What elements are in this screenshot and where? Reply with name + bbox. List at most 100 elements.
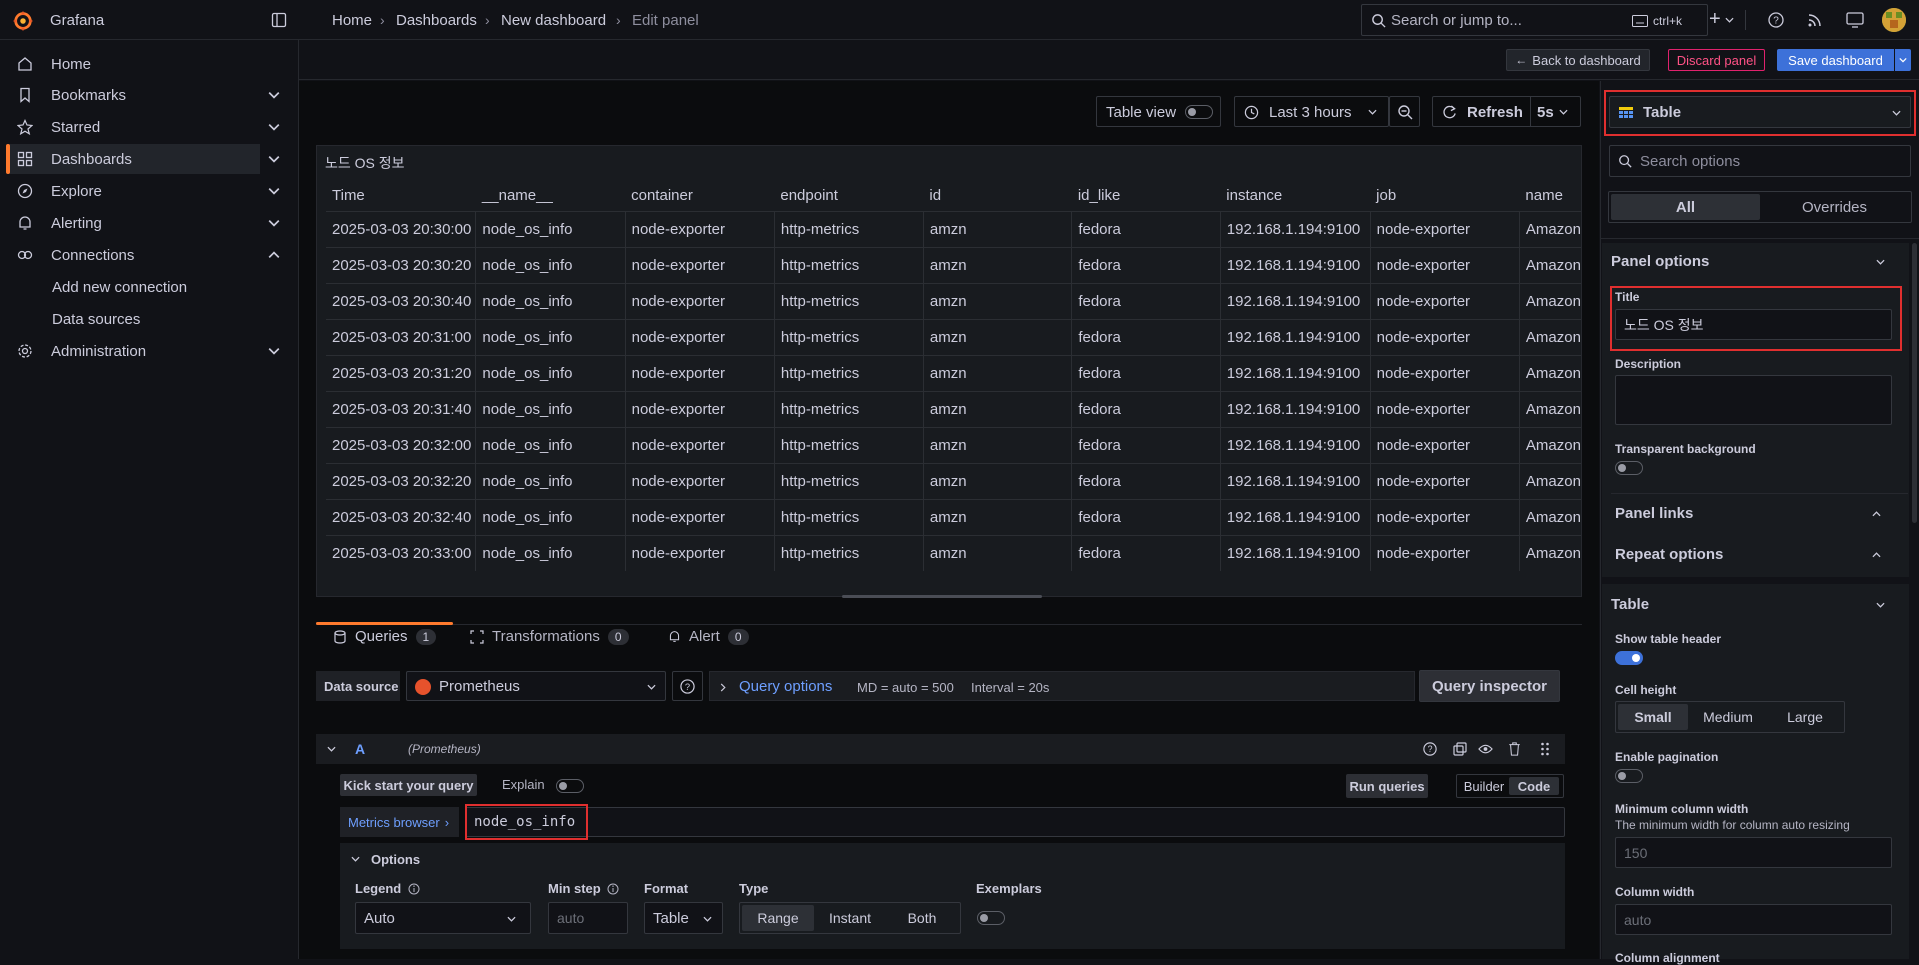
chevron-down-icon[interactable] xyxy=(268,217,280,229)
chevron-down-icon[interactable] xyxy=(268,153,280,165)
horizontal-scrollbar[interactable] xyxy=(842,595,1042,598)
tab-transformations[interactable]: Transformations 0 xyxy=(470,628,629,645)
kiosk-monitor-icon[interactable] xyxy=(1846,12,1864,28)
drag-handle-icon[interactable] xyxy=(1540,741,1550,757)
chevron-down-icon[interactable] xyxy=(1876,259,1885,265)
table-column-header[interactable]: container xyxy=(625,181,774,211)
editor-mode-switch[interactable]: Builder Code xyxy=(1456,774,1564,798)
rss-news-icon[interactable] xyxy=(1807,12,1823,28)
save-options-dropdown[interactable] xyxy=(1895,49,1911,71)
metrics-browser-button[interactable]: Metrics browser › xyxy=(340,807,459,837)
options-scrollbar[interactable] xyxy=(1912,243,1917,523)
sidebar-item-administration[interactable]: Administration xyxy=(8,336,280,366)
options-header[interactable]: Options xyxy=(371,852,420,867)
min-column-width-input[interactable]: 150 xyxy=(1615,837,1892,868)
chevron-up-icon[interactable] xyxy=(268,249,280,261)
save-dashboard-button[interactable]: Save dashboard xyxy=(1777,49,1894,71)
builder-option[interactable]: Builder xyxy=(1459,777,1509,795)
eye-icon[interactable] xyxy=(1478,742,1493,756)
query-ref-id[interactable]: A xyxy=(355,741,365,757)
table-view-toggle-group[interactable]: Table view xyxy=(1096,96,1221,127)
query-type-switch[interactable]: Range Instant Both xyxy=(739,902,961,934)
options-filter-switch[interactable]: All Overrides xyxy=(1608,191,1912,223)
chevron-down-icon[interactable] xyxy=(1725,17,1734,23)
query-inspector-button[interactable]: Query inspector xyxy=(1419,670,1560,702)
chevron-down-icon[interactable] xyxy=(268,345,280,357)
sidebar-item-dashboards[interactable]: Dashboards xyxy=(6,144,280,174)
query-options-bar[interactable]: Query options MD = auto = 500 Interval =… xyxy=(709,671,1415,701)
table-column-header[interactable]: job xyxy=(1370,181,1519,211)
table-column-header[interactable]: Time xyxy=(326,181,476,211)
promql-editor[interactable]: node_os_info xyxy=(465,807,1565,837)
refresh-button[interactable]: Refresh xyxy=(1432,96,1531,127)
back-to-dashboard-button[interactable]: ← Back to dashboard xyxy=(1506,49,1650,71)
table-column-header[interactable]: endpoint xyxy=(774,181,923,211)
explain-toggle[interactable] xyxy=(556,779,584,793)
zoom-out-button[interactable] xyxy=(1389,96,1420,127)
grafana-logo-icon[interactable] xyxy=(12,10,34,32)
chevron-up-icon[interactable] xyxy=(1872,552,1881,558)
datasource-help-button[interactable]: ? xyxy=(672,671,703,701)
sidebar-subitem-add-new-connection[interactable]: Add new connection xyxy=(52,279,187,296)
help-icon[interactable]: ? xyxy=(1768,12,1784,28)
cell-height-switch[interactable]: Small Medium Large xyxy=(1615,701,1845,733)
kick-start-button[interactable]: Kick start your query xyxy=(340,774,477,796)
panel-options-header[interactable]: Panel options xyxy=(1611,253,1709,270)
filter-overrides[interactable]: Overrides xyxy=(1760,194,1909,220)
dock-menu-icon[interactable] xyxy=(271,12,287,28)
table-column-header[interactable]: __name__ xyxy=(476,181,625,211)
show-table-header-toggle[interactable] xyxy=(1615,651,1643,665)
type-option-both[interactable]: Both xyxy=(886,905,958,931)
type-option-instant[interactable]: Instant xyxy=(814,905,886,931)
chevron-down-icon[interactable] xyxy=(268,121,280,133)
enable-pagination-toggle[interactable] xyxy=(1615,769,1643,783)
time-range-picker[interactable]: Last 3 hours xyxy=(1234,96,1389,127)
user-avatar[interactable] xyxy=(1882,8,1906,32)
refresh-interval-picker[interactable]: 5s xyxy=(1531,96,1581,127)
datasource-picker[interactable]: Prometheus xyxy=(406,671,666,701)
panel-links-header[interactable]: Panel links xyxy=(1615,505,1693,522)
sidebar-item-starred[interactable]: Starred xyxy=(8,112,280,142)
breadcrumb-new-dashboard[interactable]: New dashboard xyxy=(501,12,606,29)
search-options-input[interactable]: Search options xyxy=(1609,145,1911,177)
legend-select[interactable]: Auto xyxy=(355,902,531,934)
transparent-background-toggle[interactable] xyxy=(1615,461,1643,475)
sidebar-item-connections[interactable]: Connections xyxy=(8,240,280,270)
sidebar-subitem-data-sources[interactable]: Data sources xyxy=(52,311,140,328)
filter-all[interactable]: All xyxy=(1611,194,1760,220)
copy-icon[interactable] xyxy=(1453,742,1467,756)
chevron-up-icon[interactable] xyxy=(1872,511,1881,517)
table-column-header[interactable]: id_like xyxy=(1072,181,1220,211)
table-column-header[interactable]: name xyxy=(1519,181,1581,211)
search-box[interactable]: Search or jump to... ctrl+k xyxy=(1361,4,1708,36)
min-step-input[interactable]: auto xyxy=(548,902,628,934)
chevron-down-icon[interactable] xyxy=(268,89,280,101)
help-icon[interactable]: ? xyxy=(1423,742,1437,756)
column-width-input[interactable]: auto xyxy=(1615,904,1892,935)
new-plus-icon[interactable]: + xyxy=(1709,8,1721,31)
breadcrumb-home[interactable]: Home xyxy=(332,12,372,29)
table-view-toggle[interactable] xyxy=(1185,105,1213,119)
tab-alert[interactable]: Alert 0 xyxy=(668,628,749,645)
tab-queries[interactable]: Queries 1 xyxy=(333,628,437,645)
sidebar-item-home[interactable]: Home xyxy=(8,49,260,79)
chevron-down-icon[interactable] xyxy=(327,746,336,752)
table-column-header[interactable]: id xyxy=(923,181,1071,211)
cell-height-small[interactable]: Small xyxy=(1618,704,1688,730)
sidebar-item-bookmarks[interactable]: Bookmarks xyxy=(8,80,280,110)
sidebar-item-explore[interactable]: Explore xyxy=(8,176,280,206)
table-column-header[interactable]: instance xyxy=(1220,181,1370,211)
trash-icon[interactable] xyxy=(1508,742,1521,756)
description-textarea[interactable] xyxy=(1615,375,1892,425)
run-queries-button[interactable]: Run queries xyxy=(1346,774,1428,798)
chevron-down-icon[interactable] xyxy=(268,185,280,197)
repeat-options-header[interactable]: Repeat options xyxy=(1615,546,1723,563)
discard-panel-button[interactable]: Discard panel xyxy=(1668,49,1765,71)
table-section-header[interactable]: Table xyxy=(1611,596,1649,613)
sidebar-item-alerting[interactable]: Alerting xyxy=(8,208,280,238)
breadcrumb-dashboards[interactable]: Dashboards xyxy=(396,12,477,29)
code-option[interactable]: Code xyxy=(1509,777,1559,795)
chevron-down-icon[interactable] xyxy=(351,856,360,862)
format-select[interactable]: Table xyxy=(644,902,723,934)
chevron-down-icon[interactable] xyxy=(1876,602,1885,608)
